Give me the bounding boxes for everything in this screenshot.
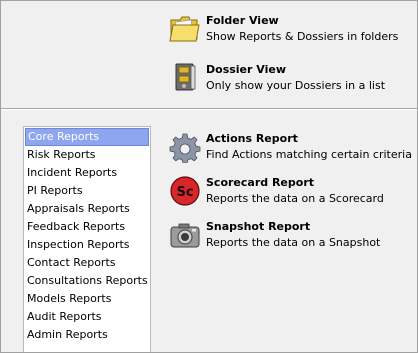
folder-view-title: Folder View: [206, 14, 279, 27]
scorecard-report-title: Scorecard Report: [206, 176, 315, 189]
report-list-item-contact[interactable]: Contact Reports: [25, 254, 149, 272]
snapshot-report-title: Snapshot Report: [206, 220, 311, 233]
report-list-item-inspection[interactable]: Inspection Reports: [25, 236, 149, 254]
report-list-item-feedback[interactable]: Feedback Reports: [25, 218, 149, 236]
report-list-item-core[interactable]: Core Reports: [25, 128, 149, 146]
actions-report-title: Actions Report: [206, 132, 298, 145]
scorecard-sc-icon: Sc: [169, 175, 201, 207]
scorecard-report-option[interactable]: Sc Scorecard Report Reports the data on …: [169, 175, 384, 207]
actions-report-option[interactable]: Actions Report Find Actions matching cer…: [169, 131, 412, 164]
folder-view-description: Show Reports & Dossiers in folders: [206, 30, 399, 43]
folder-view-option[interactable]: Folder View Show Reports & Dossiers in f…: [169, 12, 398, 45]
snapshot-report-description: Reports the data on a Snapshot: [206, 236, 381, 249]
report-list-item-consultations[interactable]: Consultations Reports: [25, 272, 149, 290]
camera-icon: [169, 219, 201, 251]
report-list-item-audit[interactable]: Audit Reports: [25, 308, 149, 326]
dossier-view-option[interactable]: Dossier View Only show your Dossiers in …: [169, 61, 385, 94]
report-list-item-incident[interactable]: Incident Reports: [25, 164, 149, 182]
report-list-item-risk[interactable]: Risk Reports: [25, 146, 149, 164]
reports-window: Folder View Show Reports & Dossiers in f…: [0, 0, 418, 353]
section-divider: [1, 108, 417, 110]
report-category-list[interactable]: Core Reports Risk Reports Incident Repor…: [23, 126, 151, 352]
snapshot-report-option[interactable]: Snapshot Report Reports the data on a Sn…: [169, 219, 380, 251]
scorecard-icon-text: Sc: [176, 185, 193, 200]
report-list-item-appraisals[interactable]: Appraisals Reports: [25, 200, 149, 218]
dossier-binder-icon: [169, 61, 201, 93]
gear-icon: [169, 131, 201, 164]
dossier-view-title: Dossier View: [206, 63, 286, 76]
view-options-panel: Folder View Show Reports & Dossiers in f…: [1, 1, 417, 108]
dossier-view-description: Only show your Dossiers in a list: [206, 79, 386, 92]
report-list-item-pi[interactable]: PI Reports: [25, 182, 149, 200]
report-list-item-admin[interactable]: Admin Reports: [25, 326, 149, 344]
report-list-item-models[interactable]: Models Reports: [25, 290, 149, 308]
scorecard-report-description: Reports the data on a Scorecard: [206, 192, 384, 205]
actions-report-description: Find Actions matching certain criteria: [206, 148, 412, 161]
folder-icon: [169, 12, 201, 44]
